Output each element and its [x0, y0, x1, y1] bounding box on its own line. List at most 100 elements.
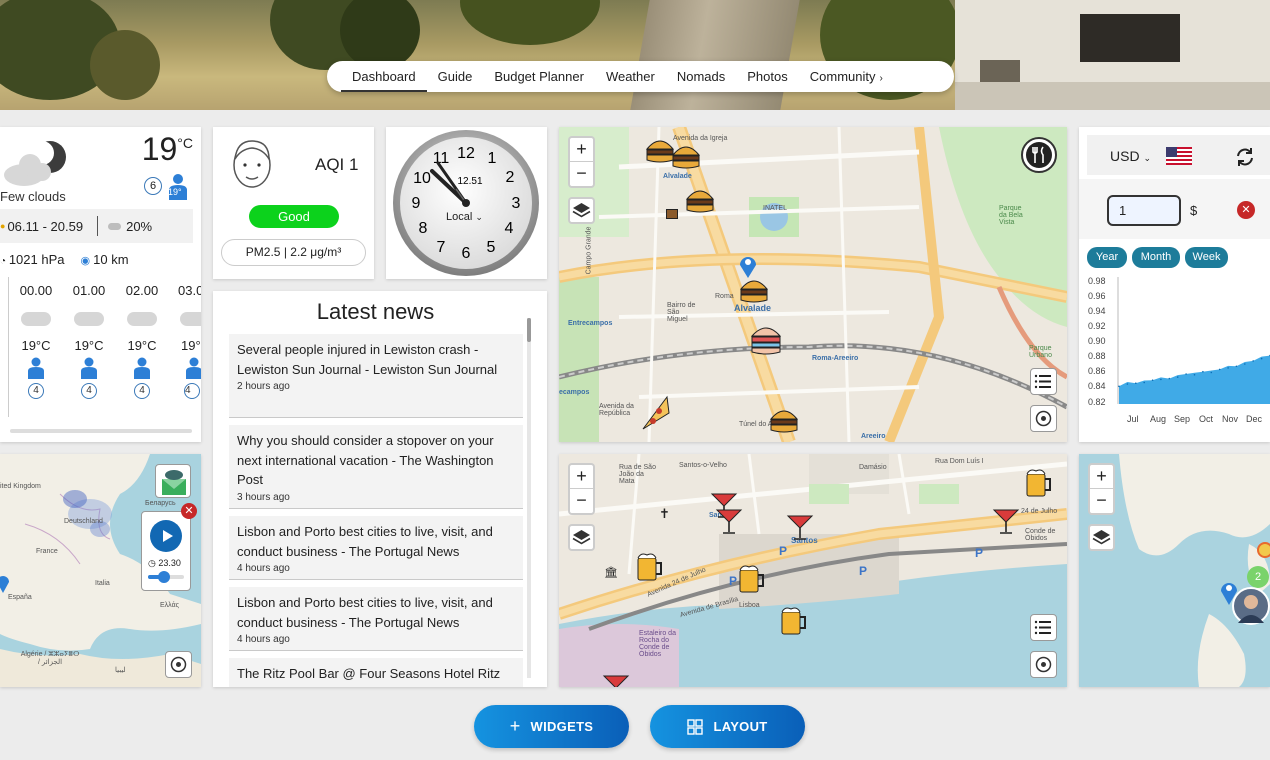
- pizza-icon[interactable]: [639, 395, 671, 431]
- map-pin-icon[interactable]: [738, 253, 758, 279]
- list-button[interactable]: [1030, 368, 1057, 395]
- list-icon: [1034, 620, 1051, 635]
- news-item[interactable]: Lisbon and Porto best cities to live, vi…: [229, 587, 523, 651]
- hourly-scrollbar[interactable]: [10, 429, 192, 433]
- exchange-rate-area: [1119, 355, 1270, 404]
- map-pin-icon[interactable]: [0, 572, 10, 594]
- clock-number: 1: [488, 150, 497, 167]
- play-button[interactable]: [150, 520, 182, 552]
- locate-button[interactable]: [1030, 405, 1057, 432]
- nav-nomads[interactable]: Nomads: [666, 61, 736, 92]
- layers-button[interactable]: [568, 197, 595, 224]
- sun-icon: ●: [0, 221, 6, 231]
- news-item[interactable]: Why you should consider a stopover on yo…: [229, 425, 523, 509]
- cafe-icon[interactable]: [666, 209, 678, 219]
- burger-icon[interactable]: [685, 185, 715, 215]
- locate-button[interactable]: [1030, 651, 1057, 678]
- range-week-button[interactable]: Week: [1185, 247, 1228, 268]
- map-label: España: [8, 594, 32, 601]
- news-headline[interactable]: Why you should consider a stopover on yo…: [237, 431, 515, 490]
- burger-icon[interactable]: [739, 275, 769, 305]
- widgets-button[interactable]: + WIDGETS: [474, 705, 629, 748]
- cocktail-icon[interactable]: [714, 506, 744, 536]
- map-label: 24 de Julho: [1021, 508, 1058, 515]
- beer-icon[interactable]: [1024, 466, 1054, 498]
- nav-budget-planner[interactable]: Budget Planner: [483, 61, 595, 92]
- nav-dashboard[interactable]: Dashboard: [341, 61, 427, 92]
- map-style-button[interactable]: [155, 464, 191, 498]
- beer-icon[interactable]: [635, 550, 665, 582]
- avatar[interactable]: [1232, 587, 1270, 625]
- locate-button[interactable]: [165, 651, 192, 678]
- scrollbar-thumb[interactable]: [527, 318, 531, 342]
- map-label: Parque Urbano: [1029, 345, 1052, 359]
- cocktail-icon[interactable]: [601, 672, 631, 687]
- bar-map-widget[interactable]: Santos-o-Velho Rua de São João da Mata S…: [559, 454, 1067, 687]
- nav-guide[interactable]: Guide: [427, 61, 484, 92]
- x-tick-label: Dec: [1246, 414, 1263, 424]
- cluster-marker-partial[interactable]: [1257, 542, 1270, 558]
- cocktail-icon[interactable]: [991, 506, 1021, 536]
- radar-time-slider[interactable]: [148, 571, 184, 583]
- nav-weather[interactable]: Weather: [595, 61, 666, 92]
- news-scrollbar[interactable]: [527, 318, 531, 678]
- hour-temp: 19°: [181, 338, 201, 353]
- news-headline[interactable]: Lisbon and Porto best cities to live, vi…: [237, 593, 515, 632]
- nav-community[interactable]: Community ›: [799, 61, 894, 92]
- zoom-out-button[interactable]: −: [1090, 489, 1113, 513]
- clear-icon[interactable]: ✕: [1237, 201, 1255, 219]
- layout-button[interactable]: LAYOUT: [650, 705, 805, 748]
- news-headline[interactable]: Lisbon and Porto best cities to live, vi…: [237, 522, 515, 561]
- play-icon: [163, 530, 173, 542]
- hourly-forecast-item: 00.00 19°C 4: [14, 283, 58, 399]
- news-headline[interactable]: Several people injured in Lewiston crash…: [237, 340, 515, 379]
- restaurant-icon[interactable]: [749, 322, 783, 358]
- refresh-icon[interactable]: [1233, 145, 1257, 169]
- clock-number: 5: [487, 239, 496, 256]
- zoom-out-button[interactable]: −: [570, 162, 593, 186]
- beer-icon[interactable]: [779, 604, 809, 636]
- beer-icon[interactable]: [737, 562, 767, 594]
- burger-icon[interactable]: [769, 405, 799, 435]
- clock-number: 10: [413, 170, 431, 187]
- world-map-widget[interactable]: 2 + −: [1079, 454, 1270, 687]
- timezone-select[interactable]: Local ⌄: [446, 211, 483, 223]
- range-year-button[interactable]: Year: [1087, 247, 1127, 268]
- news-headline[interactable]: The Ritz Pool Bar @ Four Seasons Hotel R…: [237, 664, 515, 684]
- layers-button[interactable]: [568, 524, 595, 551]
- rate-point: [1202, 370, 1204, 373]
- rate-point: [1118, 385, 1120, 388]
- zoom-out-button[interactable]: −: [570, 489, 593, 513]
- range-month-button[interactable]: Month: [1132, 247, 1180, 268]
- chevron-down-icon: ⌄: [1143, 153, 1151, 163]
- crosshair-icon: [1035, 656, 1052, 673]
- map-label: Lisboa: [739, 602, 760, 609]
- hour-temp: 19°C: [127, 338, 157, 353]
- zoom-in-button[interactable]: +: [1090, 465, 1113, 489]
- map-label: Rua de São João da Mata: [619, 464, 656, 485]
- news-item[interactable]: The Ritz Pool Bar @ Four Seasons Hotel R…: [229, 658, 523, 687]
- rate-point: [1168, 377, 1171, 380]
- news-item[interactable]: Lisbon and Porto best cities to live, vi…: [229, 516, 523, 580]
- air-quality-widget: AQI 1 Good PM2.5 | 2.2 μg/m³: [213, 127, 374, 279]
- news-item[interactable]: Several people injured in Lewiston crash…: [229, 334, 523, 418]
- zoom-in-button[interactable]: +: [570, 465, 593, 489]
- close-icon[interactable]: ✕: [181, 503, 197, 519]
- nav-photos[interactable]: Photos: [736, 61, 798, 92]
- cluster-marker[interactable]: 2: [1247, 566, 1269, 588]
- restaurant-filter-button[interactable]: [1021, 137, 1057, 173]
- pm25-reading[interactable]: PM2.5 | 2.2 μg/m³: [221, 239, 366, 266]
- layers-button[interactable]: [1088, 524, 1115, 551]
- radar-map-widget[interactable]: ited Kingdom Deutschland France Italia E…: [0, 454, 201, 687]
- cocktail-icon[interactable]: [785, 512, 815, 542]
- food-map-widget[interactable]: Avenida da Igreja Alvalade INATEL Parque…: [559, 127, 1067, 442]
- currency-select[interactable]: USD ⌄: [1110, 148, 1151, 164]
- amount-input[interactable]: 1: [1107, 195, 1181, 226]
- list-button[interactable]: [1030, 614, 1057, 641]
- tree: [340, 0, 420, 70]
- zoom-in-button[interactable]: +: [570, 138, 593, 162]
- burger-icon[interactable]: [671, 141, 701, 171]
- grid-icon: [687, 718, 704, 735]
- sunrise-sunset-row: ● 06.11 - 20.59 20%: [0, 209, 193, 243]
- aqi-status-badge: Good: [249, 205, 339, 228]
